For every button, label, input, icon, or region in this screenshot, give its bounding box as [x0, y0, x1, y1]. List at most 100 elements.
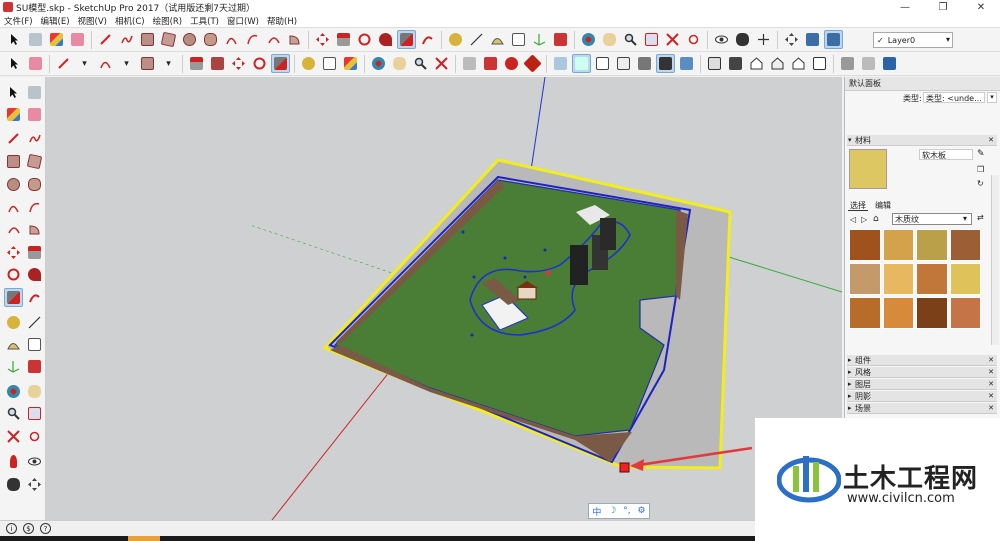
text-button-2[interactable]	[320, 54, 339, 73]
palette-walk-button[interactable]	[4, 475, 23, 494]
material-swatch[interactable]	[949, 229, 981, 261]
follow-me-button[interactable]	[376, 30, 395, 49]
left-view-button[interactable]	[810, 54, 829, 73]
palette-line-button[interactable]	[4, 129, 23, 148]
back-view-button[interactable]	[789, 54, 808, 73]
three-point-arc-button[interactable]	[264, 30, 283, 49]
line-tool-button-2[interactable]	[54, 54, 73, 73]
shadows-panel-header[interactable]: 阴影 ✕	[847, 391, 997, 402]
palette-zoom-button[interactable]	[4, 404, 23, 423]
paint-bucket-button-2[interactable]	[341, 54, 360, 73]
dimension-button[interactable]	[467, 30, 486, 49]
materials-panel-header[interactable]: 材料 ✕	[847, 135, 997, 146]
material-name-field[interactable]: 软木板	[919, 149, 973, 160]
axes-button[interactable]	[530, 30, 549, 49]
tab-select[interactable]: 选择	[848, 200, 868, 211]
palette-rectangle-button[interactable]	[4, 152, 23, 171]
offset-button-2[interactable]	[208, 54, 227, 73]
material-swatch[interactable]	[949, 263, 981, 295]
palette-dimension-button[interactable]	[25, 313, 44, 332]
paint-bucket-button[interactable]	[47, 30, 66, 49]
share-model-button[interactable]	[502, 54, 521, 73]
line-tool-button[interactable]	[96, 30, 115, 49]
palette-pie-button[interactable]	[25, 220, 44, 239]
close-icon[interactable]: ✕	[988, 135, 994, 146]
close-icon[interactable]: ✕	[988, 403, 994, 414]
palette-follow-me-button[interactable]	[25, 265, 44, 284]
shaded-textures-style-button[interactable]	[656, 54, 675, 73]
library-dropdown[interactable]: 木质纹	[892, 213, 972, 225]
rotate-button[interactable]	[355, 30, 374, 49]
material-swatch[interactable]	[849, 229, 881, 261]
palette-push-pull-button[interactable]	[25, 243, 44, 262]
home-icon[interactable]: ⌂	[873, 214, 879, 224]
extra-tool-button[interactable]	[880, 54, 899, 73]
two-point-arc-button[interactable]	[243, 30, 262, 49]
layers-panel-header[interactable]: 图层 ✕	[847, 379, 997, 390]
hidden-line-style-button[interactable]	[614, 54, 633, 73]
scale-button[interactable]	[397, 30, 416, 49]
close-icon[interactable]: ✕	[988, 355, 994, 366]
arc-button[interactable]	[222, 30, 241, 49]
palette-protractor-button[interactable]	[4, 335, 23, 354]
menu-window[interactable]: 窗口(W)	[223, 15, 263, 27]
type-dropdown[interactable]: ▾	[987, 92, 997, 103]
material-swatch[interactable]	[916, 229, 948, 261]
components-panel-header[interactable]: 组件 ✕	[847, 355, 997, 366]
create-material-icon[interactable]: ❒	[977, 165, 987, 175]
material-swatch[interactable]	[949, 297, 981, 329]
geo-location-icon[interactable]: i	[6, 523, 17, 534]
styles-panel-header[interactable]: 风格 ✕	[847, 367, 997, 378]
zoom-button-2[interactable]	[411, 54, 430, 73]
rotated-rectangle-button[interactable]	[159, 30, 178, 49]
menu-edit[interactable]: 编辑(E)	[37, 15, 74, 27]
rectangle-button[interactable]	[138, 30, 157, 49]
reset-color-icon[interactable]: ↻	[977, 179, 987, 189]
extension-warehouse-button[interactable]	[481, 54, 500, 73]
line-dropdown[interactable]: ▾	[75, 54, 94, 73]
zoom-extents-button[interactable]	[663, 30, 682, 49]
palette-text-button[interactable]	[25, 335, 44, 354]
tab-edit[interactable]: 编辑	[873, 200, 893, 211]
monochrome-style-button[interactable]	[677, 54, 696, 73]
palette-look-around-button[interactable]	[25, 452, 44, 471]
right-view-button[interactable]	[768, 54, 787, 73]
freehand-button[interactable]	[117, 30, 136, 49]
pan-button-2[interactable]	[390, 54, 409, 73]
3d-text-button[interactable]	[551, 30, 570, 49]
tape-measure-button[interactable]	[446, 30, 465, 49]
move-button-2[interactable]	[229, 54, 248, 73]
palette-axes-button[interactable]	[4, 357, 23, 376]
credits-icon[interactable]: $	[23, 523, 34, 534]
ime-settings-icon[interactable]: ⚙	[637, 506, 645, 516]
scale-grip-handle[interactable]	[619, 462, 630, 473]
palette-eraser-button[interactable]	[25, 105, 44, 124]
pan-button[interactable]	[600, 30, 619, 49]
previous-view-button[interactable]	[684, 30, 703, 49]
eraser-button[interactable]	[68, 30, 87, 49]
palette-section-plane-button[interactable]	[25, 475, 44, 494]
palette-move-button[interactable]	[4, 243, 23, 262]
material-swatch[interactable]	[849, 297, 881, 329]
palette-arc-button[interactable]	[4, 198, 23, 217]
material-swatch[interactable]	[916, 263, 948, 295]
shaded-style-button[interactable]	[635, 54, 654, 73]
3d-warehouse-button[interactable]	[460, 54, 479, 73]
palette-rotated-rectangle-button[interactable]	[25, 152, 44, 171]
palette-offset-button[interactable]	[25, 288, 44, 307]
pie-button[interactable]	[285, 30, 304, 49]
scene-canvas[interactable]	[46, 77, 842, 520]
back-edges-style-button[interactable]	[572, 54, 591, 73]
palette-orbit-button[interactable]	[4, 382, 23, 401]
layer-manager-button[interactable]	[838, 54, 857, 73]
tape-measure-button-2[interactable]	[299, 54, 318, 73]
minimize-button[interactable]: —	[886, 0, 924, 14]
iso-view-button[interactable]	[705, 54, 724, 73]
arc-button-2[interactable]	[96, 54, 115, 73]
xray-style-button[interactable]	[551, 54, 570, 73]
select-tool-button[interactable]	[5, 30, 24, 49]
move-button[interactable]	[313, 30, 332, 49]
top-view-button[interactable]	[726, 54, 745, 73]
scenes-panel-header[interactable]: 场景 ✕	[847, 403, 997, 414]
palette-position-camera-button[interactable]	[4, 452, 23, 471]
